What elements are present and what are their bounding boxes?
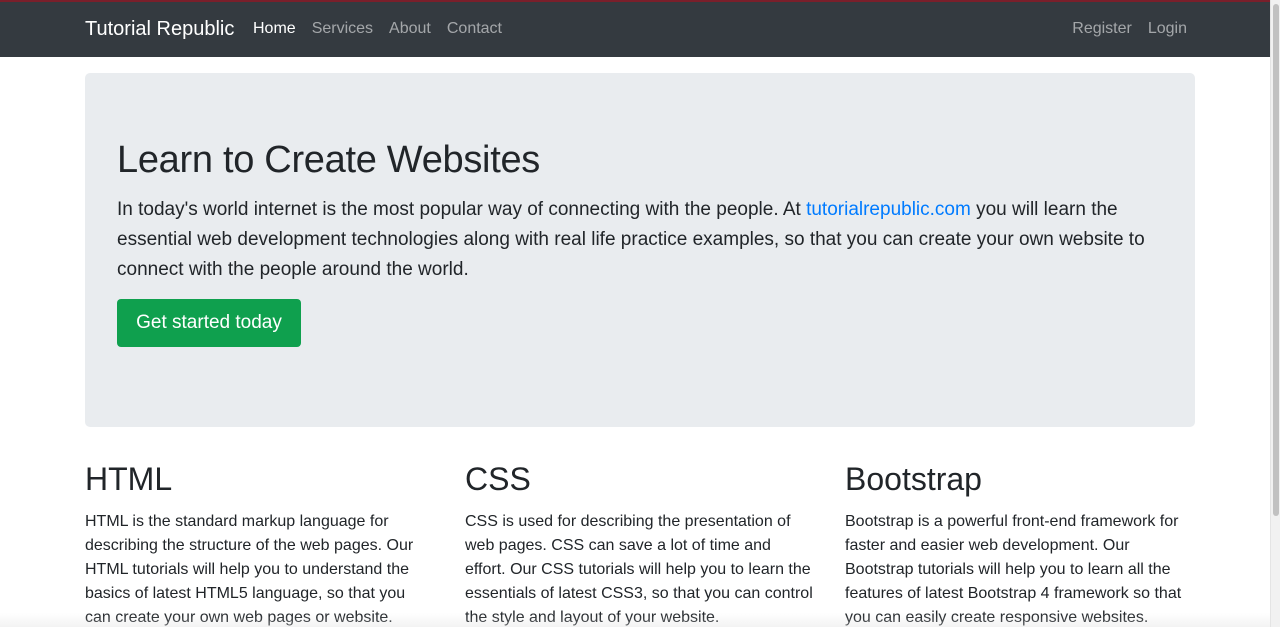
scrollbar-thumb[interactable] [1273, 4, 1279, 516]
top-navbar: Tutorial Republic Home Services About Co… [0, 0, 1270, 57]
feature-column-html: HTML HTML is the standard markup languag… [85, 460, 435, 627]
nav-link-login[interactable]: Login [1148, 20, 1187, 38]
feature-text-bootstrap: Bootstrap is a powerful front-end framew… [845, 513, 1182, 626]
brand-logo-link[interactable]: Tutorial Republic [85, 18, 234, 41]
feature-title-html: HTML [85, 461, 173, 497]
feature-title-css: CSS [465, 461, 531, 497]
nav-link-register[interactable]: Register [1072, 20, 1132, 38]
get-started-button[interactable]: Get started today [117, 299, 301, 347]
hero-lead-before: In today's world internet is the most po… [117, 199, 807, 220]
hero-jumbotron: Learn to Create Websites In today's worl… [85, 73, 1195, 427]
nav-link-contact[interactable]: Contact [447, 20, 502, 38]
page: Tutorial Republic Home Services About Co… [0, 0, 1280, 627]
nav-link-home[interactable]: Home [253, 20, 296, 38]
primary-nav: Home Services About Contact [253, 20, 502, 38]
vertical-scrollbar[interactable] [1270, 0, 1280, 627]
hero-title: Learn to Create Websites [117, 139, 540, 181]
tutorialrepublic-link[interactable]: tutorialrepublic.com [806, 199, 971, 220]
feature-column-bootstrap: Bootstrap Bootstrap is a powerful front-… [845, 460, 1195, 627]
account-nav: Register Login [1072, 20, 1187, 38]
feature-title-bootstrap: Bootstrap [845, 461, 982, 497]
feature-text-css: CSS is used for describing the presentat… [465, 513, 813, 626]
nav-link-about[interactable]: About [389, 20, 431, 38]
feature-text-html: HTML is the standard markup language for… [85, 513, 414, 626]
nav-link-services[interactable]: Services [312, 20, 373, 38]
feature-column-css: CSS CSS is used for describing the prese… [465, 460, 815, 627]
hero-lead-text: In today's world internet is the most po… [117, 195, 1167, 285]
